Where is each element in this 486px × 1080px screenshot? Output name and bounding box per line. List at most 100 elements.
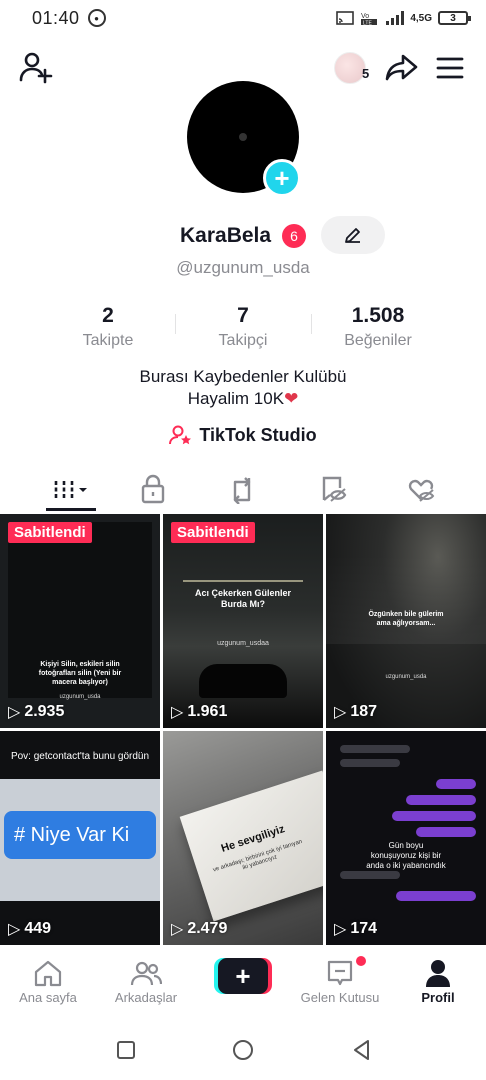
stat-followers-label: Takipçi (218, 332, 268, 349)
heart-icon: ❤ (284, 389, 299, 408)
tab-reposts[interactable] (225, 472, 259, 506)
status-bar: 01:40 ● Vo LTE 4,5G 3 (0, 0, 486, 36)
nav-home-label: Ana sayfa (19, 990, 77, 1005)
grid-icon (54, 481, 87, 499)
heart-eye-icon (408, 479, 435, 502)
video-thumbnail[interactable]: Özgünken bile gülerim ama ağlıyorsam... … (326, 514, 486, 728)
notification-count: 5 (362, 66, 370, 81)
video-thumbnail[interactable]: # Niye Var Ki Pov: getcontact'ta bunu gö… (0, 731, 160, 945)
play-icon: ▷ (8, 704, 21, 721)
nav-inbox-label: Gelen Kutusu (300, 990, 380, 1005)
studio-icon (169, 425, 192, 445)
name-badge: 6 (282, 224, 306, 248)
svg-text:LTE: LTE (363, 21, 372, 27)
status-time: 01:40 (32, 7, 80, 28)
back-icon[interactable] (350, 1038, 374, 1062)
nav-home[interactable]: Ana sayfa (0, 958, 96, 1005)
inbox-icon (327, 960, 353, 986)
nav-profile[interactable]: Profil (390, 958, 486, 1005)
system-nav-bar (0, 1022, 486, 1080)
menu-icon[interactable] (434, 52, 466, 84)
tab-liked[interactable] (404, 472, 438, 506)
tab-videos[interactable] (50, 472, 94, 506)
video-tag: uzgunum_usda (59, 694, 101, 700)
stats-row: 2 Takipte 7 Takipçi 1.508 Beğeniler (0, 304, 486, 350)
create-button[interactable]: + (214, 958, 272, 994)
view-count-value: 1.961 (187, 703, 228, 720)
video-thumbnail[interactable]: Gün boyu konuşuyoruz kişi bir anda o iki… (326, 731, 486, 945)
video-caption: Gün boyu konuşuyoruz kişi bir anda o iki… (366, 841, 446, 870)
nav-friends[interactable]: Arkadaşlar (98, 958, 194, 1005)
video-caption: Pov: getcontact'ta bunu gördün (10, 751, 150, 762)
bio-line: Hayalim 10K (187, 389, 285, 408)
stat-followers-value: 7 (237, 304, 249, 327)
display-name: KaraBela (180, 224, 272, 247)
pencil-icon (345, 228, 360, 243)
avatar-spade-icon (239, 133, 247, 141)
play-icon: ▷ (171, 704, 184, 721)
share-icon[interactable] (384, 50, 420, 86)
nav-inbox[interactable]: Gelen Kutusu (292, 958, 388, 1005)
tab-saved[interactable] (316, 472, 350, 506)
view-count-value: 2.479 (187, 920, 228, 937)
video-tag: uzgunum_usdaa (217, 640, 269, 647)
bottom-nav: Ana sayfa Arkadaşlar + Gelen Kutusu Prof… (0, 950, 486, 1016)
content-tabs (0, 466, 486, 512)
bio: Burası Kaybedenler Kulübü Hayalim 10K❤ (0, 366, 486, 410)
view-count: ▷ 2.479 (171, 919, 227, 939)
view-count-value: 174 (350, 920, 378, 937)
play-icon: ▷ (171, 921, 184, 938)
view-count: ▷ 187 (334, 702, 377, 722)
screen-record-icon: ● (87, 9, 106, 27)
stat-likes[interactable]: 1.508 Beğeniler (323, 304, 433, 350)
video-caption: Kişiyi Silin, eskileri silin fotoğraflar… (38, 661, 122, 686)
pinned-badge: Sabitlendi (171, 522, 255, 543)
video-caption: Acı Çekerken Gülenler Burda Mı? (194, 588, 292, 609)
repost-icon (233, 477, 251, 504)
studio-label: TikTok Studio (199, 424, 317, 445)
active-tab-indicator (46, 508, 96, 511)
play-icon: ▷ (334, 921, 347, 938)
pinned-badge: Sabitlendi (8, 522, 92, 543)
tiktok-studio-link[interactable]: TikTok Studio (0, 424, 486, 446)
nav-friends-label: Arkadaşlar (114, 990, 178, 1005)
plus-icon: + (218, 958, 268, 994)
stat-divider (175, 314, 176, 334)
edit-profile-button[interactable] (321, 216, 385, 254)
home-icon (34, 960, 62, 987)
stat-likes-value: 1.508 (351, 304, 405, 327)
video-thumbnail[interactable]: Sabitlendi Acı Çekerken Gülenler Burda M… (163, 514, 323, 728)
volte-icon: VoLTE (361, 13, 378, 27)
stat-divider (311, 314, 312, 334)
tab-private[interactable] (136, 472, 170, 506)
bookmark-eye-icon (322, 476, 347, 502)
home-button-icon[interactable] (231, 1038, 255, 1062)
play-icon: ▷ (8, 921, 21, 938)
contact-chip: # Niye Var Ki (4, 811, 156, 859)
stat-following-value: 2 (102, 304, 114, 327)
network-type: 4,5G (410, 12, 432, 24)
video-thumbnail[interactable]: Sabitlendi Kişiyi Silin, eskileri silin … (0, 514, 160, 728)
view-count-value: 2.935 (24, 703, 65, 720)
stat-followers[interactable]: 7 Takipçi (193, 304, 293, 350)
svg-text:Vo: Vo (361, 13, 369, 20)
view-count: ▷ 449 (8, 919, 51, 939)
battery-level: 3 (450, 12, 456, 24)
add-avatar-button[interactable]: + (263, 159, 301, 197)
bio-line: Burası Kaybedenler Kulübü (139, 367, 347, 386)
stat-following[interactable]: 2 Takipte (58, 304, 158, 350)
add-friend-icon[interactable] (18, 50, 54, 86)
name-row: KaraBela 6 (0, 216, 486, 254)
profile-icon (426, 960, 450, 987)
nav-profile-label: Profil (421, 990, 455, 1005)
video-thumbnail[interactable]: He sevgiliyiz ve arkadaşı; birbirini çok… (163, 731, 323, 945)
inbox-notification-dot (356, 956, 366, 966)
lock-icon (141, 474, 165, 504)
play-icon: ▷ (334, 704, 347, 721)
battery-icon: 3 (438, 11, 471, 25)
stat-likes-label: Beğeniler (344, 332, 412, 349)
friends-icon (130, 961, 162, 986)
view-count-value: 187 (350, 703, 378, 720)
signal-icon (386, 11, 405, 25)
recents-icon[interactable] (114, 1038, 138, 1062)
